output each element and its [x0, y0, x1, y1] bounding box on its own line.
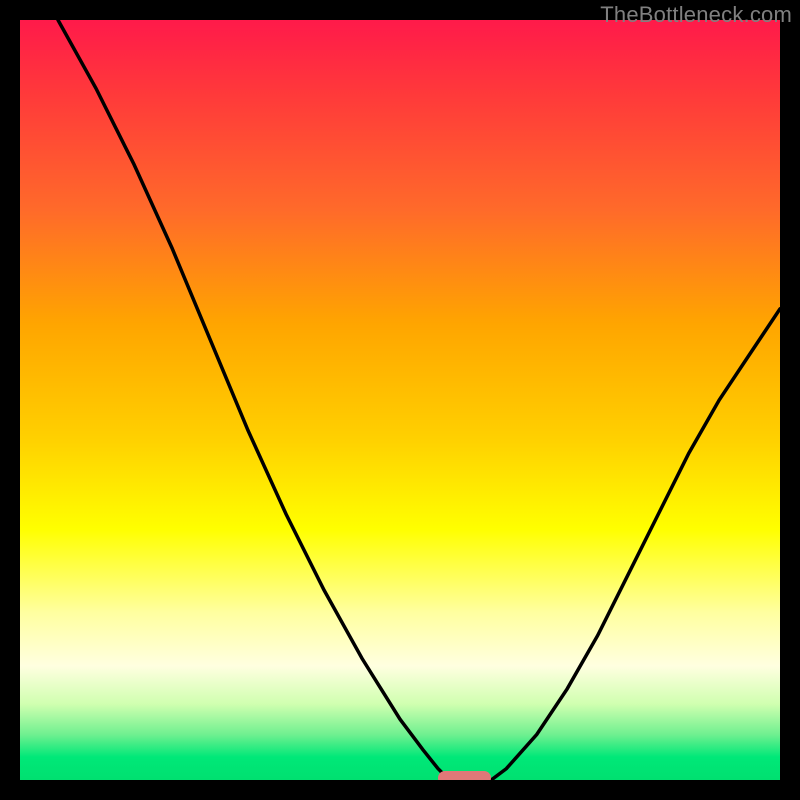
optimal-marker	[438, 771, 491, 780]
watermark: TheBottleneck.com	[600, 2, 792, 28]
curve-left	[58, 20, 449, 780]
plot-area	[20, 20, 780, 780]
bottleneck-curve	[20, 20, 780, 780]
curve-right	[491, 309, 780, 780]
chart-frame: TheBottleneck.com	[0, 0, 800, 800]
